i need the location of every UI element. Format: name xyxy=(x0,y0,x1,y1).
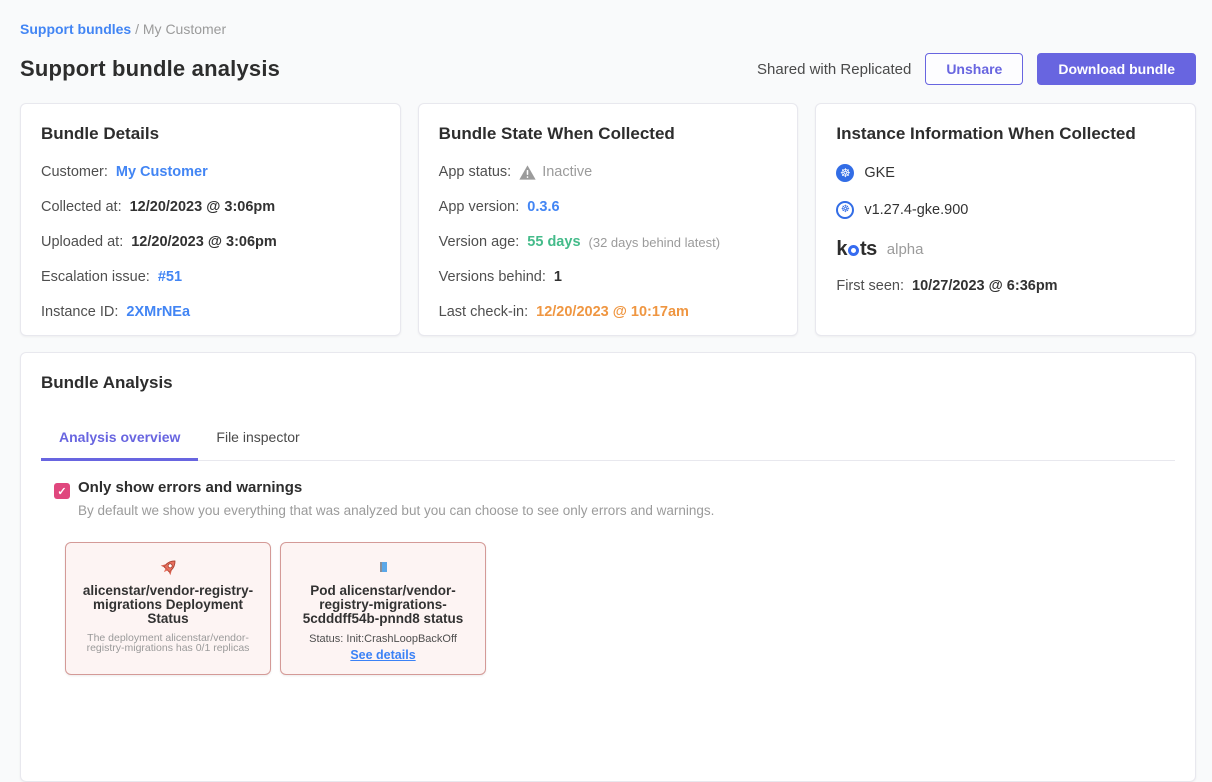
escalation-issue-row: Escalation issue: #51 xyxy=(41,269,380,285)
bundle-state-heading: Bundle State When Collected xyxy=(439,124,778,144)
app-version-link[interactable]: 0.3.6 xyxy=(527,199,559,215)
uploaded-at-value: 12/20/2023 @ 3:06pm xyxy=(131,234,277,250)
result-title: alicenstar/vendor-registry-migrations De… xyxy=(78,584,258,627)
first-seen-value: 10/27/2023 @ 6:36pm xyxy=(912,278,1058,294)
page-header: Support bundle analysis Shared with Repl… xyxy=(20,53,1196,85)
kubernetes-distribution-icon: ☸ xyxy=(836,164,854,182)
versions-behind-row: Versions behind: 1 xyxy=(439,269,778,285)
bundle-analysis-heading: Bundle Analysis xyxy=(41,373,1175,393)
kots-logo-o-icon xyxy=(848,245,859,256)
only-errors-checkbox[interactable]: ✓ xyxy=(54,483,70,499)
k8s-version-value: v1.27.4-gke.900 xyxy=(864,202,968,218)
errors-filter-row: ✓ Only show errors and warnings By defau… xyxy=(41,479,1175,518)
support-bundle-analysis-page: Support bundles / My Customer Support bu… xyxy=(0,0,1212,782)
warning-icon xyxy=(519,165,536,180)
distribution-row: ☸ GKE xyxy=(836,164,1175,182)
pod-status-result-card: Pod alicenstar/vendor-registry-migration… xyxy=(280,542,486,675)
app-status-label: App status: xyxy=(439,164,512,180)
uploaded-at-label: Uploaded at: xyxy=(41,234,123,250)
breadcrumb-separator: / xyxy=(135,21,139,37)
result-title: Pod alicenstar/vendor-registry-migration… xyxy=(293,584,473,627)
analysis-tabs: Analysis overview File inspector xyxy=(41,429,1175,461)
last-checkin-value: 12/20/2023 @ 10:17am xyxy=(536,304,689,320)
result-message: The deployment alicenstar/vendor-registr… xyxy=(78,633,258,654)
kubernetes-version-icon: ☸ xyxy=(836,201,854,219)
breadcrumb: Support bundles / My Customer xyxy=(20,0,1196,37)
customer-link[interactable]: My Customer xyxy=(116,164,208,180)
version-age-label: Version age: xyxy=(439,234,520,250)
version-age-note: (32 days behind latest) xyxy=(589,235,721,250)
page-title: Support bundle analysis xyxy=(20,56,280,82)
k8s-version-row: ☸ v1.27.4-gke.900 xyxy=(836,201,1175,219)
customer-row: Customer: My Customer xyxy=(41,164,380,180)
instance-id-link[interactable]: 2XMrNEa xyxy=(126,304,190,320)
uploaded-at-row: Uploaded at: 12/20/2023 @ 3:06pm xyxy=(41,234,380,250)
customer-label: Customer: xyxy=(41,164,108,180)
instance-id-label: Instance ID: xyxy=(41,304,118,320)
instance-info-card: Instance Information When Collected ☸ GK… xyxy=(815,103,1196,336)
result-icon-slot xyxy=(293,553,473,581)
collected-at-row: Collected at: 12/20/2023 @ 3:06pm xyxy=(41,199,380,215)
escalation-issue-label: Escalation issue: xyxy=(41,269,150,285)
tab-analysis-overview[interactable]: Analysis overview xyxy=(41,429,198,461)
last-checkin-label: Last check-in: xyxy=(439,304,528,320)
last-checkin-row: Last check-in: 12/20/2023 @ 10:17am xyxy=(439,304,778,320)
app-status-value: Inactive xyxy=(542,164,592,180)
first-seen-row: First seen: 10/27/2023 @ 6:36pm xyxy=(836,278,1175,294)
tab-file-inspector[interactable]: File inspector xyxy=(198,429,317,460)
filter-text: Only show errors and warnings By default… xyxy=(78,479,714,518)
breadcrumb-current: My Customer xyxy=(143,21,226,37)
escalation-issue-link[interactable]: #51 xyxy=(158,269,182,285)
see-details-link[interactable]: See details xyxy=(350,648,415,662)
header-actions: Shared with Replicated Unshare Download … xyxy=(757,53,1196,85)
kots-channel: alpha xyxy=(887,241,924,258)
result-icon-slot xyxy=(78,553,258,581)
analysis-results-row: alicenstar/vendor-registry-migrations De… xyxy=(65,542,1175,675)
instance-info-heading: Instance Information When Collected xyxy=(836,124,1175,144)
shared-status-text: Shared with Replicated xyxy=(757,61,911,78)
bundle-state-card: Bundle State When Collected App status: … xyxy=(418,103,799,336)
collected-at-value: 12/20/2023 @ 3:06pm xyxy=(130,199,276,215)
app-version-label: App version: xyxy=(439,199,520,215)
bundle-analysis-card: Bundle Analysis Analysis overview File i… xyxy=(20,352,1196,782)
deployment-status-result-card: alicenstar/vendor-registry-migrations De… xyxy=(65,542,271,675)
kots-logo: kts xyxy=(836,238,876,261)
version-age-value: 55 days xyxy=(527,234,580,250)
versions-behind-label: Versions behind: xyxy=(439,269,546,285)
instance-id-row: Instance ID: 2XMrNEa xyxy=(41,304,380,320)
breadcrumb-support-bundles-link[interactable]: Support bundles xyxy=(20,21,131,37)
first-seen-label: First seen: xyxy=(836,278,904,294)
unshare-button[interactable]: Unshare xyxy=(925,53,1023,85)
version-age-row: Version age: 55 days (32 days behind lat… xyxy=(439,234,778,250)
distribution-value: GKE xyxy=(864,165,895,181)
collected-at-label: Collected at: xyxy=(41,199,122,215)
bundle-details-heading: Bundle Details xyxy=(41,124,380,144)
versions-behind-value: 1 xyxy=(554,269,562,285)
result-status: Status: Init:CrashLoopBackOff xyxy=(293,633,473,645)
only-errors-label[interactable]: Only show errors and warnings xyxy=(78,479,714,496)
pod-icon xyxy=(380,562,387,572)
info-cards-row: Bundle Details Customer: My Customer Col… xyxy=(20,103,1196,336)
only-errors-description: By default we show you everything that w… xyxy=(78,503,714,518)
kots-row: kts alpha xyxy=(836,238,1175,261)
app-version-row: App version: 0.3.6 xyxy=(439,199,778,215)
rocket-icon xyxy=(158,557,179,578)
app-status-row: App status: Inactive xyxy=(439,164,778,180)
bundle-details-card: Bundle Details Customer: My Customer Col… xyxy=(20,103,401,336)
download-bundle-button[interactable]: Download bundle xyxy=(1037,53,1196,85)
